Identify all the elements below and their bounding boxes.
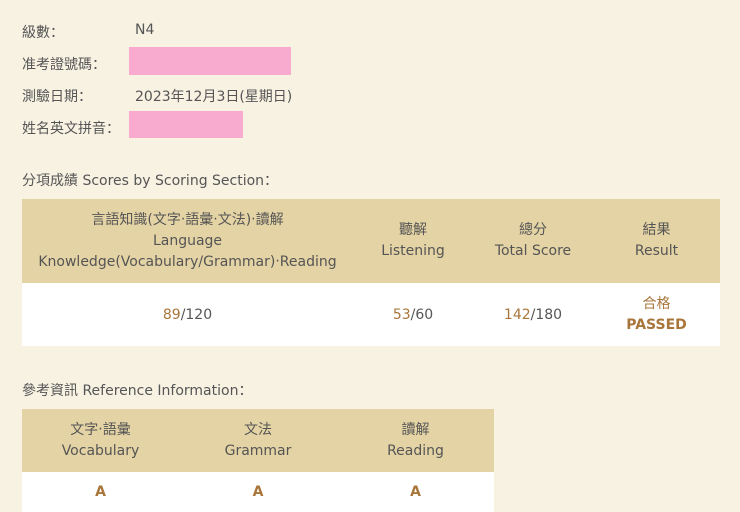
header-reading-en: Reading (387, 442, 444, 459)
listening-max: /60 (410, 306, 434, 323)
header-listening-zh: 聽解 (399, 222, 427, 238)
name-redaction (129, 111, 243, 138)
vocab-grade: A (22, 472, 179, 512)
result-cell: 合格 PASSED (593, 283, 720, 346)
header-vocab-zh: 文字‧語彙 (70, 421, 131, 438)
header-listening: 聽解 Listening (353, 199, 473, 283)
grammar-grade: A (179, 472, 337, 512)
language-score-cell: 89/120 (22, 283, 353, 346)
reference-table: 文字‧語彙 Vocabulary 文法 Grammar 讀解 Reading A… (22, 409, 494, 512)
header-vocabulary: 文字‧語彙 Vocabulary (22, 409, 179, 472)
listening-score: 53 (392, 306, 411, 323)
exam-number-label: 准考證號碼： (22, 57, 106, 73)
scores-value-row: 89/120 53/60 142/180 合格 PASSED (22, 283, 720, 346)
date-value: 2023年12月3日(星期日) (135, 89, 293, 105)
reference-section-title: 參考資訊 Reference Information： (22, 383, 253, 399)
level-label: 級數： (22, 25, 64, 41)
scores-section-title: 分項成績 Scores by Scoring Section： (22, 173, 279, 189)
reference-header-row: 文字‧語彙 Vocabulary 文法 Grammar 讀解 Reading (22, 409, 494, 472)
reading-grade: A (337, 472, 494, 512)
date-label: 測驗日期： (22, 89, 92, 105)
total-max: /180 (530, 306, 563, 323)
header-result: 結果 Result (593, 199, 720, 283)
total-score: 142 (503, 306, 531, 323)
scores-table: 言語知識(文字‧語彙‧文法)‧讀解 Language Knowledge(Voc… (22, 199, 720, 346)
exam-number-redaction (129, 47, 291, 75)
level-value: N4 (135, 22, 155, 38)
name-label: 姓名英文拼音： (22, 121, 120, 137)
header-grammar-zh: 文法 (244, 421, 272, 438)
header-total-zh: 總分 (519, 222, 547, 238)
header-vocab-en: Vocabulary (61, 442, 140, 459)
reference-value-row: A A A (22, 472, 494, 512)
header-reading: 讀解 Reading (337, 409, 494, 472)
language-score: 89 (162, 306, 181, 323)
header-reading-zh: 讀解 (401, 421, 430, 438)
header-language-en2: Knowledge(Vocabulary/Grammar)‧Reading (38, 253, 337, 270)
total-score-cell: 142/180 (473, 283, 593, 346)
result-zh: 合格 (642, 295, 671, 312)
header-result-zh: 結果 (642, 222, 671, 238)
listening-score-cell: 53/60 (353, 283, 473, 346)
header-result-en: Result (634, 243, 679, 259)
header-listening-en: Listening (381, 243, 445, 259)
header-total-score: 總分 Total Score (473, 199, 593, 283)
header-language-knowledge: 言語知識(文字‧語彙‧文法)‧讀解 Language Knowledge(Voc… (22, 199, 353, 283)
result-en: PASSED (626, 316, 687, 333)
scores-header-row: 言語知識(文字‧語彙‧文法)‧讀解 Language Knowledge(Voc… (22, 199, 720, 283)
header-language-en1: Language (152, 232, 223, 249)
language-max: /120 (180, 306, 213, 323)
header-total-en: Total Score (494, 243, 572, 259)
header-grammar-en: Grammar (224, 442, 292, 459)
header-grammar: 文法 Grammar (179, 409, 337, 472)
header-language-zh: 言語知識(文字‧語彙‧文法)‧讀解 (91, 211, 284, 228)
